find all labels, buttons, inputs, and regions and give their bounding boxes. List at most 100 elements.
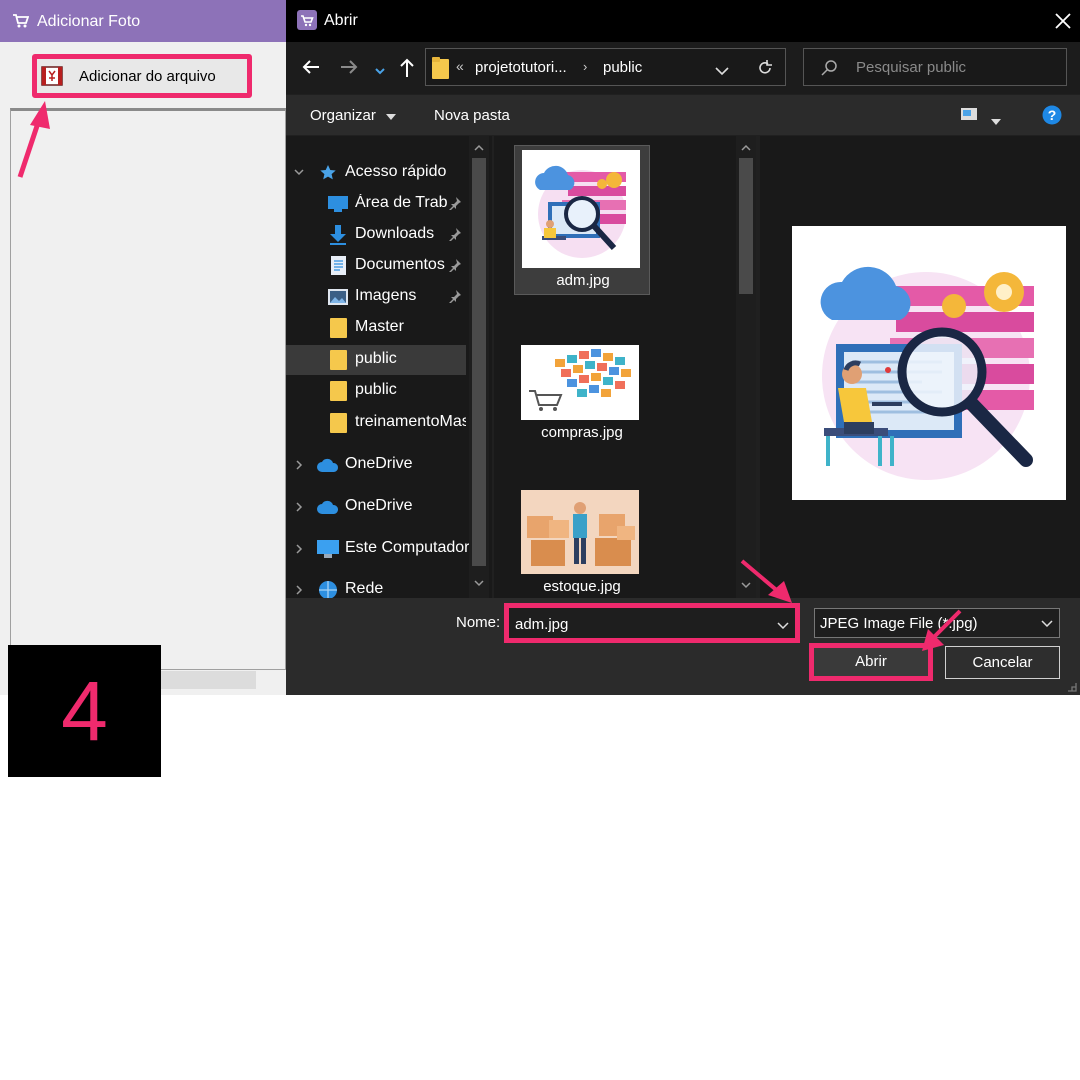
nav-label: treinamentoMaster: [355, 413, 466, 430]
background-window-titlebar: Adicionar Foto: [0, 0, 288, 42]
view-dropdown-button[interactable]: [991, 112, 1001, 129]
refresh-button[interactable]: [757, 59, 773, 81]
help-button[interactable]: ?: [1042, 105, 1062, 129]
search-box[interactable]: Pesquisar public: [803, 48, 1067, 86]
preview-pane: [760, 136, 1080, 598]
file-thumbnail: [521, 490, 639, 574]
up-button[interactable]: [398, 57, 416, 84]
file-tile-adm[interactable]: adm.jpg: [514, 145, 650, 295]
add-from-file-button[interactable]: Adicionar do arquivo: [32, 54, 252, 98]
search-icon: [820, 59, 838, 82]
annotation-arrow-filename: [740, 559, 792, 603]
nav-label: Área de Trabalho: [355, 194, 447, 211]
folder-icon: [432, 57, 449, 84]
network-icon: [319, 581, 337, 598]
view-icon: [961, 108, 977, 120]
view-options-button[interactable]: [960, 107, 978, 125]
nav-item-images[interactable]: Imagens: [286, 282, 466, 312]
nav-item-network[interactable]: Rede: [286, 575, 466, 598]
pin-icon: [449, 259, 461, 272]
arrow-left-icon: [302, 60, 319, 74]
arrow-up-icon: [400, 58, 414, 77]
download-icon: [330, 225, 346, 245]
arrow-right-icon: [341, 60, 358, 74]
caret-down-icon: [991, 119, 1001, 125]
resize-grip-icon[interactable]: [1066, 681, 1078, 693]
svg-text:?: ?: [1048, 107, 1057, 123]
film-icon: [41, 66, 63, 91]
cart-icon: [12, 13, 30, 34]
nav-item-folder-public[interactable]: public: [286, 376, 466, 406]
chevron-down-icon: [375, 68, 385, 75]
file-tile-compras[interactable]: compras.jpg: [514, 340, 650, 450]
pin-icon: [449, 197, 461, 210]
breadcrumb-item-parent[interactable]: projetotutori...: [475, 59, 567, 76]
nav-item-quick-access[interactable]: Acesso rápido: [286, 158, 466, 188]
file-name: estoque.jpg: [543, 578, 621, 595]
back-button[interactable]: [301, 57, 321, 82]
nav-item-desktop[interactable]: Área de Trabalho: [286, 189, 466, 219]
nav-label: Rede: [345, 580, 384, 597]
step-number-badge: 4: [8, 645, 161, 777]
nav-item-onedrive-1[interactable]: OneDrive: [286, 450, 466, 480]
chevron-right-icon: [296, 585, 303, 595]
nav-scrollbar[interactable]: [469, 136, 489, 598]
pin-icon: [449, 290, 461, 303]
nav-label: Downloads: [355, 225, 435, 242]
nav-item-onedrive-2[interactable]: OneDrive: [286, 492, 466, 522]
cloud-icon: [317, 458, 339, 472]
forward-button[interactable]: [339, 57, 359, 82]
nav-item-this-pc[interactable]: Este Computador: [286, 534, 470, 564]
breadcrumb-item-current[interactable]: public: [603, 59, 642, 76]
chevron-right-icon: [296, 502, 303, 512]
nav-item-documents[interactable]: Documentos: [286, 251, 466, 281]
organize-label: Organizar: [310, 107, 376, 124]
close-icon: [1055, 13, 1071, 29]
open-file-dialog: Abrir « projetotutori... › public Pesqui…: [286, 0, 1080, 695]
file-thumbnail: [522, 150, 640, 268]
breadcrumb-overflow[interactable]: «: [456, 58, 464, 74]
command-bar: Organizar Nova pasta ?: [286, 95, 1080, 135]
file-thumbnail: [521, 345, 639, 420]
organize-menu[interactable]: Organizar: [310, 107, 397, 124]
recent-locations-button[interactable]: [375, 62, 385, 80]
file-scroll-thumb[interactable]: [739, 158, 753, 294]
chevron-down-icon: [294, 169, 304, 176]
address-bar[interactable]: « projetotutori... › public: [425, 48, 786, 86]
address-dropdown-button[interactable]: [715, 63, 729, 81]
dialog-titlebar: Abrir: [286, 0, 1080, 42]
refresh-icon: [759, 60, 772, 74]
file-scrollbar[interactable]: [736, 136, 756, 598]
open-button[interactable]: Abrir: [809, 643, 933, 681]
file-tile-estoque[interactable]: estoque.jpg: [514, 486, 650, 598]
background-window-title: Adicionar Foto: [37, 13, 141, 30]
filename-combobox[interactable]: adm.jpg: [504, 603, 800, 643]
image-icon: [328, 289, 348, 305]
close-button[interactable]: [1050, 8, 1076, 34]
add-from-file-label: Adicionar do arquivo: [79, 68, 216, 85]
nav-label: Este Computador: [345, 539, 470, 556]
nav-item-folder-public-selected[interactable]: public: [286, 345, 466, 375]
chevron-right-icon: [296, 460, 303, 470]
nav-label: Imagens: [355, 287, 417, 304]
nav-item-folder-master[interactable]: Master: [286, 313, 466, 343]
file-name: compras.jpg: [541, 424, 623, 441]
document-icon: [331, 256, 346, 275]
search-placeholder: Pesquisar public: [856, 59, 967, 76]
computer-icon: [317, 540, 339, 558]
nav-item-downloads[interactable]: Downloads: [286, 220, 466, 250]
pin-icon: [449, 228, 461, 241]
navigation-pane: Acesso rápido Área de Trabalho Downloads…: [286, 136, 492, 598]
chevron-down-icon: [715, 67, 729, 76]
dialog-title: Abrir: [324, 12, 358, 29]
folder-icon: [330, 350, 347, 370]
nav-label: OneDrive: [345, 455, 413, 472]
nav-scroll-thumb[interactable]: [472, 158, 486, 566]
new-folder-button[interactable]: Nova pasta: [434, 107, 510, 124]
folder-icon: [330, 381, 347, 401]
help-icon: ?: [1042, 105, 1062, 125]
nav-item-folder-treinamento[interactable]: treinamentoMaster: [286, 408, 466, 438]
app-icon: [297, 10, 317, 35]
filename-value[interactable]: adm.jpg: [515, 616, 568, 633]
scroll-down-icon: [474, 580, 484, 587]
